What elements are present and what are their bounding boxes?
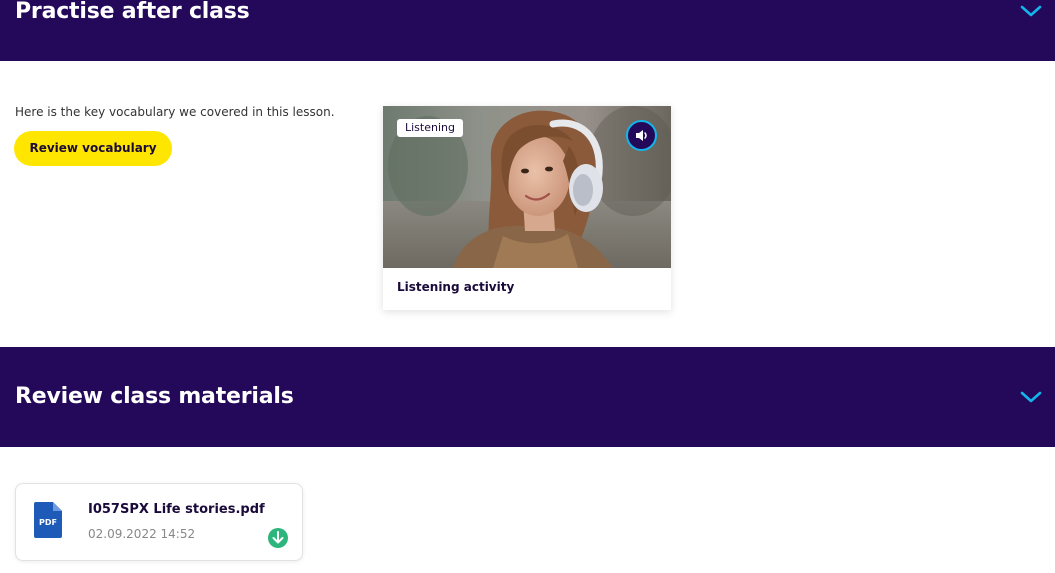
chevron-down-icon[interactable] bbox=[1019, 389, 1043, 405]
review-materials-section-title: Review class materials bbox=[15, 384, 294, 409]
audio-play-button[interactable] bbox=[626, 120, 657, 151]
file-card[interactable]: PDF I057SPX Life stories.pdf 02.09.2022 … bbox=[15, 483, 303, 561]
practise-section-title: Practise after class bbox=[15, 0, 250, 24]
file-date: 02.09.2022 14:52 bbox=[88, 527, 196, 541]
review-vocabulary-button[interactable]: Review vocabulary bbox=[14, 131, 172, 166]
listening-activity-card[interactable]: Listening Listening activity bbox=[383, 106, 671, 310]
practise-section-header[interactable]: Practise after class bbox=[0, 0, 1055, 61]
activity-thumbnail: Listening bbox=[383, 106, 671, 268]
vocabulary-intro-text: Here is the key vocabulary we covered in… bbox=[15, 105, 335, 119]
review-materials-section-header[interactable]: Review class materials bbox=[0, 347, 1055, 447]
chevron-down-icon[interactable] bbox=[1019, 3, 1043, 19]
download-icon bbox=[272, 531, 284, 544]
download-button[interactable] bbox=[268, 528, 288, 548]
activity-type-badge: Listening bbox=[397, 119, 463, 137]
file-name[interactable]: I057SPX Life stories.pdf bbox=[88, 502, 265, 517]
pdf-type-label: PDF bbox=[39, 518, 57, 527]
speaker-icon bbox=[636, 130, 647, 141]
activity-title: Listening activity bbox=[397, 280, 515, 294]
pdf-file-icon: PDF bbox=[34, 502, 62, 538]
